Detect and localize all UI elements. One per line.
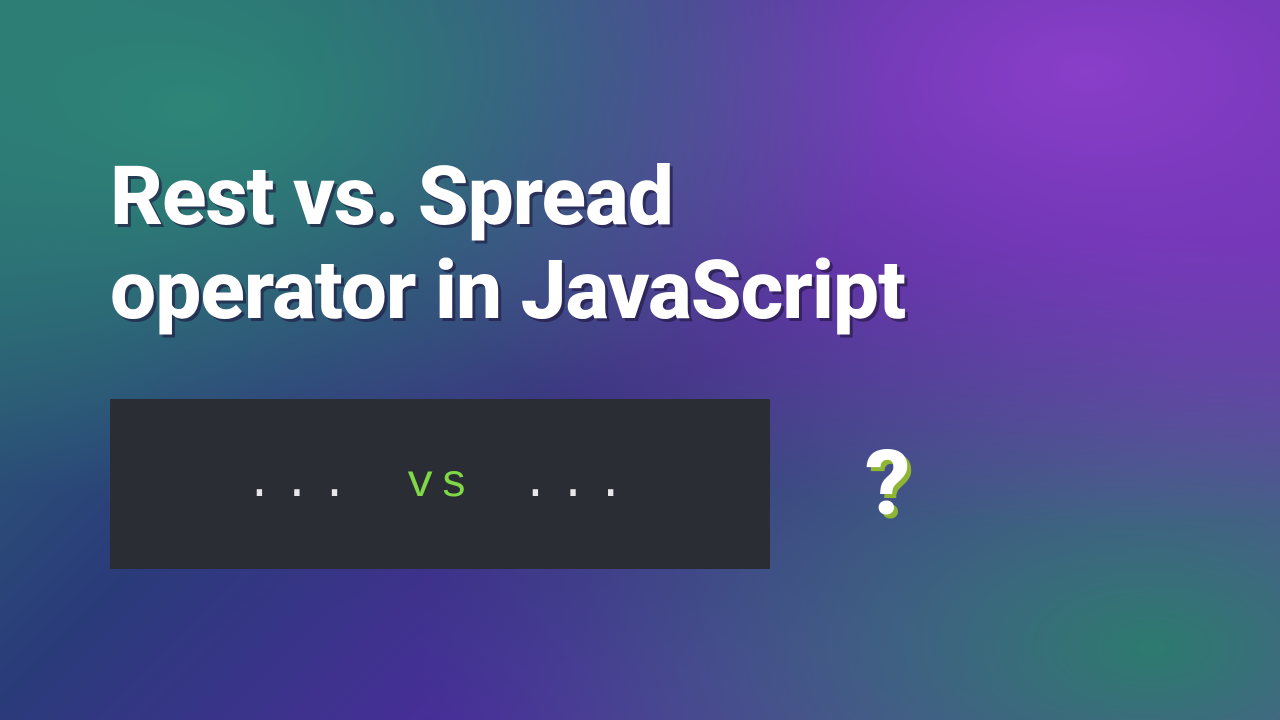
title-line-1: Rest vs. Spread: [110, 149, 673, 245]
question-mark: ?: [865, 431, 910, 536]
slide-title: Rest vs. Spread operator in JavaScript: [110, 150, 1280, 339]
code-comparison-row: ... vs ... ?: [110, 399, 1280, 569]
left-dots: ...: [246, 458, 359, 510]
title-line-2: operator in JavaScript: [110, 243, 905, 339]
right-dots: ...: [522, 458, 635, 510]
vs-text: vs: [406, 458, 473, 510]
code-box: ... vs ...: [110, 399, 770, 569]
